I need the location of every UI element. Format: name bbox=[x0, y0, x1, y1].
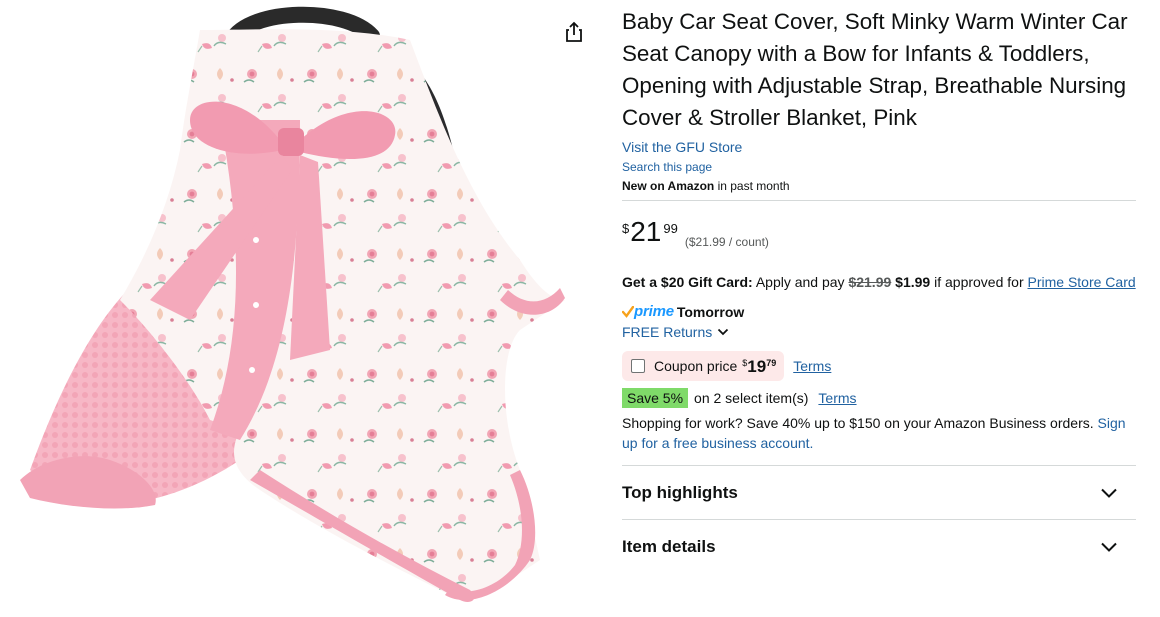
save-promo: Save 5% on 2 select item(s) Terms bbox=[622, 388, 1136, 408]
save-terms-link[interactable]: Terms bbox=[818, 388, 856, 408]
share-button[interactable] bbox=[562, 20, 586, 44]
product-image[interactable] bbox=[0, 0, 600, 617]
free-returns-label: FREE Returns bbox=[622, 324, 713, 340]
item-details-title: Item details bbox=[622, 536, 716, 556]
unit-price: ($21.99 / count) bbox=[684, 235, 769, 249]
new-on-amazon-line: New on Amazon in past month bbox=[622, 177, 1136, 195]
product-title: Baby Car Seat Cover, Soft Minky Warm Win… bbox=[622, 9, 1128, 130]
prime-logo: prime bbox=[622, 302, 674, 322]
gift-card-text-2: if approved for bbox=[930, 274, 1028, 290]
new-on-amazon-suffix: in past month bbox=[714, 179, 790, 193]
business-promo: Shopping for work? Save 40% up to $150 o… bbox=[622, 413, 1136, 453]
coupon-price: $ 19 79 bbox=[742, 358, 776, 375]
search-page-link[interactable]: Search this page bbox=[622, 158, 1136, 176]
chevron-down-icon bbox=[718, 328, 729, 336]
new-on-amazon-label: New on Amazon bbox=[622, 179, 715, 193]
coupon-terms-link[interactable]: Terms bbox=[793, 358, 831, 374]
coupon-price-whole: 19 bbox=[747, 356, 767, 376]
gift-card-bold: Get a $20 Gift Card: bbox=[622, 274, 753, 290]
save-text: on 2 select item(s) bbox=[694, 390, 809, 406]
business-text: Shopping for work? Save 40% up to $150 o… bbox=[622, 415, 1098, 431]
price-symbol: $ bbox=[622, 221, 630, 236]
coupon-label: Coupon price bbox=[654, 358, 738, 374]
coupon-checkbox[interactable] bbox=[631, 359, 645, 373]
coupon-price-symbol: $ bbox=[742, 357, 748, 368]
product-details: Baby Car Seat Cover, Soft Minky Warm Win… bbox=[622, 6, 1136, 573]
coupon-row: Coupon price $ 19 79 Terms bbox=[622, 351, 1136, 381]
price-fraction: 99 bbox=[663, 221, 678, 236]
gift-card-offer: Get a $20 Gift Card: Apply and pay $21.9… bbox=[622, 272, 1136, 292]
share-icon bbox=[566, 21, 582, 42]
strike-price: $21.99 bbox=[848, 274, 892, 290]
price: $ 21 99 ($21.99 / count) bbox=[622, 217, 1136, 253]
item-details-accordion[interactable]: Item details bbox=[622, 520, 1136, 573]
gift-card-text: Apply and pay bbox=[752, 274, 849, 290]
top-highlights-accordion[interactable]: Top highlights bbox=[622, 466, 1136, 519]
free-returns-link[interactable]: FREE Returns bbox=[622, 322, 1136, 342]
prime-label: prime bbox=[634, 303, 674, 320]
delivery-line: prime Tomorrow bbox=[622, 302, 1136, 322]
baby-car-seat-cover-image bbox=[20, 6, 565, 602]
coupon-box: Coupon price $ 19 79 bbox=[622, 351, 785, 381]
chevron-down-icon bbox=[1101, 542, 1117, 552]
chevron-down-icon bbox=[1101, 488, 1117, 498]
coupon-price-fraction: 79 bbox=[766, 357, 777, 368]
save-badge: Save 5% bbox=[622, 388, 689, 408]
delivery-day: Tomorrow bbox=[676, 304, 745, 320]
prime-check-icon bbox=[622, 306, 634, 318]
top-highlights-title: Top highlights bbox=[622, 482, 738, 502]
divider bbox=[622, 200, 1136, 201]
store-link[interactable]: Visit the GFU Store bbox=[622, 137, 1136, 157]
price-whole: 21 bbox=[630, 216, 662, 247]
sale-price: $1.99 bbox=[891, 274, 931, 290]
prime-store-card-link[interactable]: Prime Store Card bbox=[1028, 274, 1136, 290]
